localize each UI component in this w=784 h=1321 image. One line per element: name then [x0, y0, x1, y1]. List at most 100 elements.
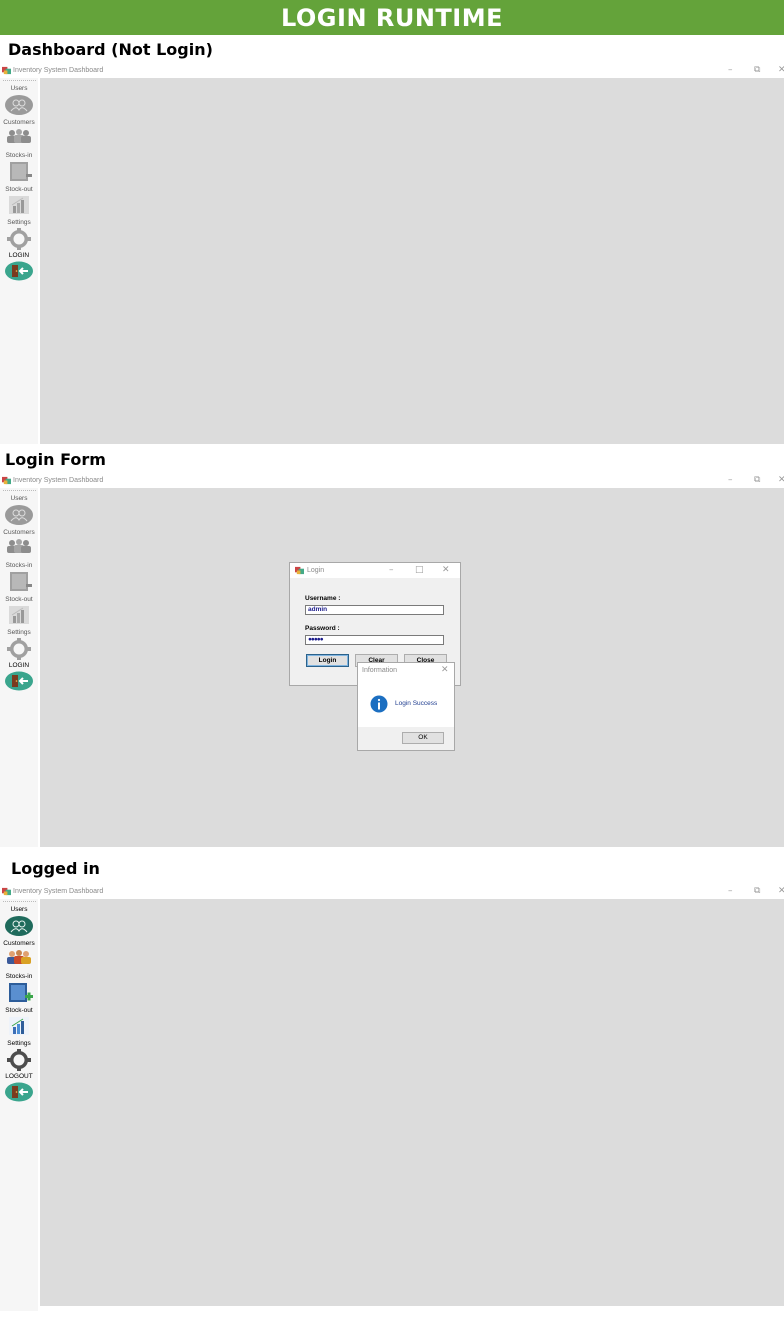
nav-label: Stocks-in: [5, 152, 33, 159]
minimize-button[interactable]: –: [728, 64, 733, 76]
nav-item-login[interactable]: LOGIN: [0, 661, 38, 691]
gear-icon: [7, 638, 31, 660]
sidebar: Users Customers Stocks-in Stock-out Sett…: [0, 488, 38, 847]
nav-label: Users: [10, 906, 28, 913]
divider: [3, 901, 36, 902]
gear-icon: [7, 228, 31, 250]
login-door-icon: [5, 261, 33, 281]
nav-label: LOGIN: [8, 662, 30, 669]
info-icon: [370, 695, 388, 713]
nav-item-stocks-in[interactable]: Stocks-in: [0, 151, 38, 183]
divider: [3, 80, 36, 81]
close-button[interactable]: ✕: [778, 64, 784, 76]
nav-label: Stock-out: [5, 186, 33, 193]
nav-label: Stocks-in: [5, 973, 33, 980]
nav-item-settings[interactable]: Settings: [0, 218, 38, 250]
dashboard-window-logged-in: Inventory System Dashboard – ⧉ ✕ Users C…: [0, 885, 784, 1311]
app-icon: [295, 566, 304, 575]
close-button[interactable]: ✕: [441, 664, 449, 676]
stocks-in-icon: [9, 983, 33, 1002]
main-content-area: [40, 78, 784, 444]
password-label: Password :: [305, 625, 340, 632]
dialog-title: Information: [362, 667, 398, 674]
customers-icon: [7, 129, 31, 143]
nav-item-customers[interactable]: Customers: [0, 528, 38, 554]
close-button[interactable]: ✕: [442, 564, 450, 576]
nav-label: Users: [10, 85, 28, 92]
dialog-title-bar: Information ✕: [358, 663, 454, 679]
nav-label: Settings: [7, 629, 31, 636]
dashboard-window-login-form: Inventory System Dashboard – ⧉ ✕ Users C…: [0, 474, 784, 847]
minimize-button[interactable]: –: [728, 474, 733, 486]
message-text: Login Success: [395, 700, 438, 707]
sidebar: Users Customers Stocks-in Stock-out Sett…: [0, 78, 38, 444]
nav-item-users[interactable]: Users: [0, 494, 38, 526]
nav-label: Customers: [3, 529, 35, 536]
message-box: Information ✕ Login Success OK: [357, 662, 455, 751]
window-title-bar: Inventory System Dashboard – ⧉ ✕: [0, 474, 784, 488]
nav-item-customers[interactable]: Customers: [0, 939, 38, 965]
ok-button[interactable]: OK: [402, 732, 444, 744]
gear-icon: [7, 1049, 31, 1071]
close-button[interactable]: ✕: [778, 885, 784, 897]
nav-item-stocks-in[interactable]: Stocks-in: [0, 561, 38, 593]
users-icon: [5, 916, 33, 936]
restore-button[interactable]: ⧉: [754, 885, 760, 897]
nav-label: Stock-out: [5, 596, 33, 603]
window-title: Inventory System Dashboard: [13, 888, 104, 895]
password-field[interactable]: ●●●●●: [305, 635, 444, 645]
nav-label: Customers: [3, 940, 35, 947]
dashboard-window-not-logged-in: Inventory System Dashboard – ⧉ ✕ Users C…: [0, 64, 784, 444]
nav-label: LOGIN: [8, 252, 30, 259]
stocks-in-icon: [10, 572, 32, 591]
username-field[interactable]: admin: [305, 605, 444, 615]
nav-item-users[interactable]: Users: [0, 84, 38, 116]
login-button[interactable]: Login: [306, 654, 349, 667]
nav-label: Users: [10, 495, 28, 502]
nav-item-users[interactable]: Users: [0, 905, 38, 937]
nav-item-settings[interactable]: Settings: [0, 628, 38, 660]
restore-button[interactable]: ⧉: [754, 64, 760, 76]
nav-label: Settings: [7, 1040, 31, 1047]
page-banner: LOGIN RUNTIME: [0, 0, 784, 35]
username-label: Username :: [305, 595, 341, 602]
window-title: Inventory System Dashboard: [13, 67, 104, 74]
nav-label: Customers: [3, 119, 35, 126]
users-icon: [5, 505, 33, 525]
window-title-bar: Inventory System Dashboard – ⧉ ✕: [0, 64, 784, 78]
stock-out-icon: [9, 1017, 29, 1035]
nav-label: Stock-out: [5, 1007, 33, 1014]
maximize-button[interactable]: □: [415, 564, 424, 576]
login-door-icon: [5, 671, 33, 691]
main-content-area: [40, 899, 784, 1306]
nav-item-stock-out[interactable]: Stock-out: [0, 185, 38, 215]
dialog-title: Login: [307, 567, 325, 574]
close-button[interactable]: ✕: [778, 474, 784, 486]
users-icon: [5, 95, 33, 115]
section-heading-logged-in: Logged in: [11, 859, 100, 878]
nav-label: Stocks-in: [5, 562, 33, 569]
nav-item-stock-out[interactable]: Stock-out: [0, 1006, 38, 1036]
nav-item-login[interactable]: LOGIN: [0, 251, 38, 281]
dialog-title-bar: Login – □ ✕: [290, 563, 460, 578]
window-title: Inventory System Dashboard: [13, 477, 104, 484]
app-icon: [2, 476, 11, 485]
stock-out-icon: [9, 196, 29, 214]
nav-item-customers[interactable]: Customers: [0, 118, 38, 144]
window-title-bar: Inventory System Dashboard – ⧉ ✕: [0, 885, 784, 899]
customers-icon: [7, 539, 31, 553]
nav-item-settings[interactable]: Settings: [0, 1039, 38, 1071]
minimize-button[interactable]: –: [389, 564, 394, 576]
nav-item-logout[interactable]: LOGOUT: [0, 1072, 38, 1102]
nav-item-stocks-in[interactable]: Stocks-in: [0, 972, 38, 1004]
nav-item-stock-out[interactable]: Stock-out: [0, 595, 38, 625]
nav-label: LOGOUT: [5, 1073, 33, 1080]
nav-label: Settings: [7, 219, 31, 226]
stock-out-icon: [9, 606, 29, 624]
section-heading-not-logged-in: Dashboard (Not Login): [8, 40, 213, 59]
app-icon: [2, 66, 11, 75]
stocks-in-icon: [10, 162, 32, 181]
customers-icon: [7, 950, 31, 964]
restore-button[interactable]: ⧉: [754, 474, 760, 486]
minimize-button[interactable]: –: [728, 885, 733, 897]
